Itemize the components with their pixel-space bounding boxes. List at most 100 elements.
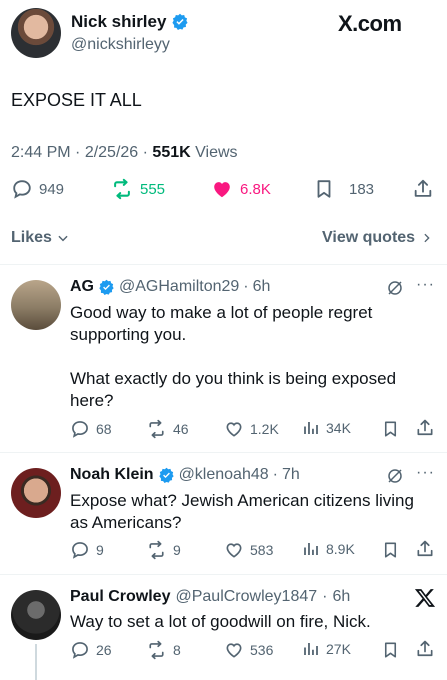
divider xyxy=(0,452,447,453)
view-quotes-link[interactable]: View quotes xyxy=(322,229,433,247)
divider xyxy=(0,264,447,265)
analytics-icon xyxy=(304,422,318,434)
verified-badge-icon xyxy=(172,13,189,30)
reply-button[interactable]: 949 xyxy=(11,178,64,200)
reply-author-name[interactable]: AG xyxy=(70,278,94,296)
views-count: 34K xyxy=(326,420,351,436)
post-text: EXPOSE IT ALL xyxy=(11,90,142,110)
bookmark-icon xyxy=(317,180,331,198)
share-icon[interactable] xyxy=(415,639,435,659)
repost-icon xyxy=(149,419,164,439)
analytics-icon xyxy=(304,543,318,555)
repost-button[interactable]: 9 xyxy=(146,540,181,560)
reply-author-name[interactable]: Paul Crowley xyxy=(70,588,170,606)
reply-header: Noah Klein @klenoah48 · 7h xyxy=(70,466,300,484)
reply-text: What exactly do you think is being expos… xyxy=(70,369,397,410)
share-icon[interactable] xyxy=(415,418,435,438)
reply-count: 949 xyxy=(39,180,65,198)
views-count: 27K xyxy=(326,641,351,657)
more-options-icon[interactable]: ··· xyxy=(416,464,435,482)
reply-avatar[interactable] xyxy=(11,468,61,518)
reply-count: 26 xyxy=(96,642,112,658)
views-label: Views xyxy=(195,144,238,161)
reply-text: Way to set a lot of goodwill on fire, Ni… xyxy=(70,612,371,631)
heart-icon xyxy=(226,643,242,658)
heart-icon xyxy=(226,543,242,558)
views-button[interactable]: 34K xyxy=(302,419,351,437)
like-count: 6.8K xyxy=(240,180,271,198)
reply-text: Good way to make a lot of people regret … xyxy=(70,303,373,344)
views-count: 551K xyxy=(152,144,191,161)
share-icon[interactable] xyxy=(415,539,435,559)
author-handle[interactable]: @nickshirleyy xyxy=(71,36,170,54)
heart-icon xyxy=(226,422,242,437)
chevron-right-icon xyxy=(424,233,430,243)
reply-button[interactable]: 68 xyxy=(70,419,112,439)
reply-button[interactable]: 9 xyxy=(70,540,104,560)
grok-icon[interactable] xyxy=(386,467,404,485)
reply-icon xyxy=(13,180,31,199)
reply-header: AG @AGHamilton29 · 6h xyxy=(70,278,271,296)
share-button[interactable] xyxy=(412,178,434,200)
reply-text: Expose what? Jewish American citizens li… xyxy=(70,491,414,532)
views-button[interactable]: 8.9K xyxy=(302,540,355,558)
reply-count: 68 xyxy=(96,421,112,437)
reply-icon xyxy=(72,421,88,438)
chevron-down-icon xyxy=(58,235,68,242)
repost-icon xyxy=(114,178,130,200)
bookmark-icon[interactable] xyxy=(381,540,400,560)
reply-author-name[interactable]: Noah Klein xyxy=(70,466,154,484)
view-quotes-label: View quotes xyxy=(322,229,416,246)
like-count: 583 xyxy=(250,542,274,558)
like-button[interactable]: 536 xyxy=(224,640,273,660)
like-button[interactable]: 583 xyxy=(224,540,273,560)
author-avatar[interactable] xyxy=(11,8,61,58)
x-logo-icon xyxy=(414,589,436,607)
repost-button[interactable]: 8 xyxy=(146,640,181,660)
analytics-icon xyxy=(304,643,318,655)
like-count: 1.2K xyxy=(250,421,279,437)
repost-icon xyxy=(149,640,164,660)
views-button[interactable]: 27K xyxy=(302,640,351,658)
bookmark-icon[interactable] xyxy=(381,640,400,660)
repost-button[interactable]: 46 xyxy=(146,419,189,439)
like-button[interactable]: 6.8K xyxy=(210,178,271,200)
bookmark-icon[interactable] xyxy=(381,419,400,439)
repost-count: 9 xyxy=(173,542,181,558)
verified-badge-icon xyxy=(99,279,114,295)
reply-time[interactable]: 6h xyxy=(332,588,350,606)
heart-filled-icon xyxy=(214,182,230,198)
thread-line xyxy=(35,644,37,680)
like-button[interactable]: 1.2K xyxy=(224,419,279,439)
reply-icon xyxy=(72,542,88,559)
reply-time[interactable]: 7h xyxy=(282,466,300,484)
repost-icon xyxy=(149,540,164,560)
bookmark-count: 183 xyxy=(349,180,375,198)
reply-handle[interactable]: @PaulCrowley1847 xyxy=(175,588,317,606)
reply-avatar[interactable] xyxy=(11,280,61,330)
reply-header: Paul Crowley @PaulCrowley1847 · 6h xyxy=(70,588,351,606)
post-meta: 2:44 PM · 2/25/26 · 551K Views xyxy=(11,144,238,161)
reply-icon xyxy=(72,642,88,659)
share-icon xyxy=(414,179,432,197)
grok-icon[interactable] xyxy=(386,279,404,297)
reply-count: 9 xyxy=(96,542,104,558)
reply-handle[interactable]: @AGHamilton29 xyxy=(119,278,239,296)
post-time[interactable]: 2:44 PM xyxy=(11,144,71,161)
likes-label: Likes xyxy=(11,229,52,246)
author-name[interactable]: Nick shirley xyxy=(71,12,166,32)
reply-handle[interactable]: @klenoah48 xyxy=(179,466,269,484)
post-date[interactable]: 2/25/26 xyxy=(85,144,138,161)
repost-count: 555 xyxy=(140,180,166,198)
x-brand-logo: X.com xyxy=(338,11,402,36)
divider xyxy=(0,574,447,575)
verified-badge-icon xyxy=(158,467,174,483)
reply-time[interactable]: 6h xyxy=(253,278,271,296)
bookmark-button[interactable]: 183 xyxy=(313,178,374,200)
reply-avatar[interactable] xyxy=(11,590,61,640)
views-count: 8.9K xyxy=(326,541,355,557)
likes-link[interactable]: Likes xyxy=(11,229,70,247)
repost-button[interactable]: 555 xyxy=(110,178,165,200)
reply-button[interactable]: 26 xyxy=(70,640,112,660)
more-options-icon[interactable]: ··· xyxy=(416,276,435,294)
